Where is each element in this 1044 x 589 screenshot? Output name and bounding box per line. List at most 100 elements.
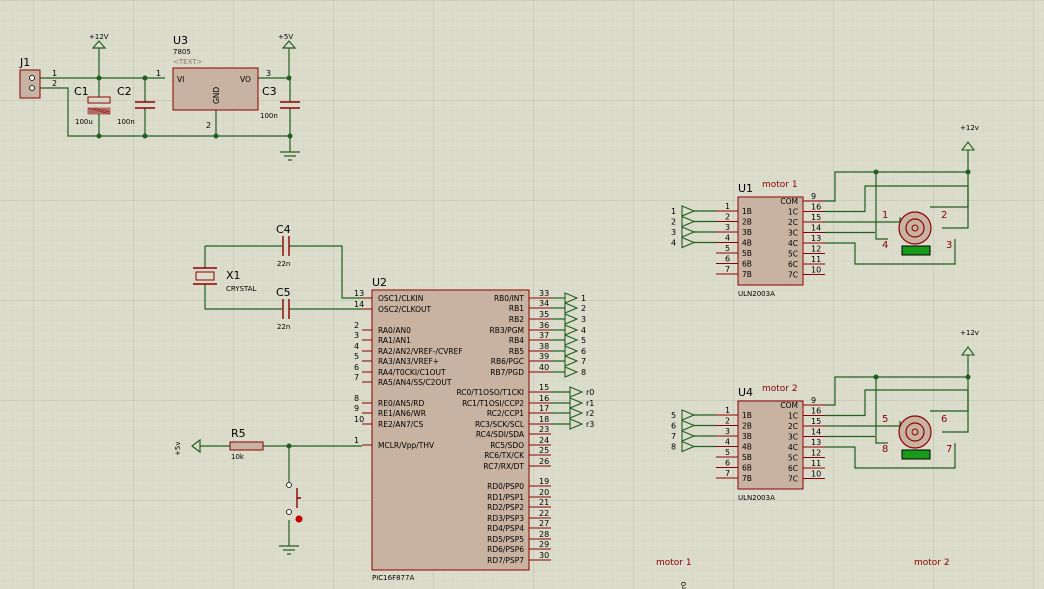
mcu-left-pin-num: 10 [354,415,364,424]
driver-out-num: 12 [811,245,821,254]
driver-in-net: 2 [671,218,676,227]
c2-value: 100n [117,118,135,126]
u3-vi: VI [177,75,184,84]
mcu-right-pin-num: 24 [539,436,549,445]
u3-pin3: 3 [266,69,271,78]
j1-pin2: 2 [52,79,57,88]
driver-out-label: 5C [788,454,798,463]
driver-in-label: 2B [742,218,752,227]
mcu-left-pin-num: 8 [354,394,359,403]
mcu-left-pin-num: 7 [354,373,359,382]
driver-out-num: 14 [811,224,821,233]
junction [873,374,879,380]
junction [965,169,971,175]
driver-out-label: 7C [788,271,798,280]
driver-in-label: 6B [742,464,752,473]
driver-out-num: 11 [811,459,821,468]
driver-in-num: 7 [725,265,730,274]
motor-pin-label: 6 [941,414,947,425]
c5-ref: C5 [276,286,291,299]
driver-part: ULN2003A [738,290,775,298]
mcu-right-pin-label: RB2 [509,315,524,324]
mcu-right-pin-num: 25 [539,446,549,455]
u3-gnd: GND [212,87,221,104]
mcu-right-pin-num: 17 [539,404,549,413]
driver-out-num: 15 [811,213,821,222]
net-label: 8 [581,368,586,377]
motor-indicator [901,449,931,460]
driver-in-net: 8 [671,443,676,452]
mcu-right-pin-num: 40 [539,363,549,372]
driver-in-label: 1B [742,411,752,420]
u3-text: <TEXT> [173,58,203,66]
mcu-right-pin-label: RC6/TX/CK [484,451,525,460]
net-label: r0 [586,388,594,397]
net-label: 3 [581,315,586,324]
driver-out-num: 16 [811,203,821,212]
mcu-left-pin-num: 14 [354,300,364,309]
mcu-right-pin-num: 36 [539,321,549,330]
c3-ref: C3 [262,85,277,98]
driver-out-label: 6C [788,260,798,269]
c1-ref: C1 [74,85,89,98]
j1-pin1: 1 [52,69,57,78]
driver-out-num: 12 [811,449,821,458]
mcu-right-pin-num: 15 [539,383,549,392]
net-label: r3 [586,420,594,429]
driver-out-label: 5C [788,250,798,259]
mcu-left-pin-label: RE0/AN5/RD [378,399,424,408]
driver-out-num: 13 [811,234,821,243]
mcu-left-pin-label: RA3/AN3/VREF+ [378,357,439,366]
driver-out-num: 10 [811,266,821,275]
mcu-left-pin-label: RE1/AN6/WR [378,409,426,418]
mcu-right-pin-num: 30 [539,551,549,560]
mcu-left-pin-label: RA1/AN1 [378,336,411,345]
driver-out-num: 15 [811,417,821,426]
driver-in-net: 7 [671,432,676,441]
driver-out-num: 10 [811,470,821,479]
c3-value: 100n [260,112,278,120]
driver-out-num: 9 [811,192,816,201]
mcu-right-pin-label: RD2/PSP2 [487,503,524,512]
net-label: 6 [581,347,586,356]
driver-out-label: 1C [788,412,798,421]
driver-in-net: 5 [671,411,676,420]
mcu-right-pin-label: RD4/PSP4 [487,524,524,533]
junction [873,169,879,175]
mcu-right-pin-label: RB0/INT [494,294,524,303]
mcu-left-pin-label: RA0/AN0 [378,326,411,335]
driver-out-label: 4C [788,443,798,452]
mcu-right-pin-label: RD3/PSP3 [487,514,524,523]
motor-pin-label: 3 [946,240,952,251]
driver-in-num: 3 [725,427,730,436]
mcu-right-pin-label: RB1 [509,304,524,313]
mcu-right-pin-num: 28 [539,530,549,539]
driver-in-num: 2 [725,417,730,426]
junction [965,374,971,380]
mcu-right-pin-label: RB5 [509,347,524,356]
plus12-label: +12V [89,33,109,41]
net-label: 1 [581,294,586,303]
mcu-right-pin-label: RB7/PGD [490,368,524,377]
driver-out-label: 3C [788,433,798,442]
driver-out-label: COM [780,197,798,206]
mcu-right-pin-num: 35 [539,310,549,319]
net-label: 2 [581,304,586,313]
driver-out-num: 11 [811,255,821,264]
driver-in-label: 4B [742,443,752,452]
driver-in-num: 4 [725,438,730,447]
driver-in-net: 6 [671,422,676,431]
driver-in-label: 5B [742,453,752,462]
mcu-left-pin-label: MCLR/Vpp/THV [378,441,435,450]
x1-ref: X1 [226,269,241,282]
mcu-right-pin-label: RD5/PSP5 [487,535,524,544]
driver-ref: U4 [738,386,753,399]
driver-in-label: 3B [742,228,752,237]
motor-pin-label: 8 [882,444,888,455]
c4-value: 22n [277,260,290,268]
driver-in-num: 3 [725,223,730,232]
driver-in-net: 4 [671,239,676,248]
stepper-shaft [911,428,919,436]
mcu-left-pin-num: 13 [354,289,364,298]
net-label: r1 [586,399,594,408]
